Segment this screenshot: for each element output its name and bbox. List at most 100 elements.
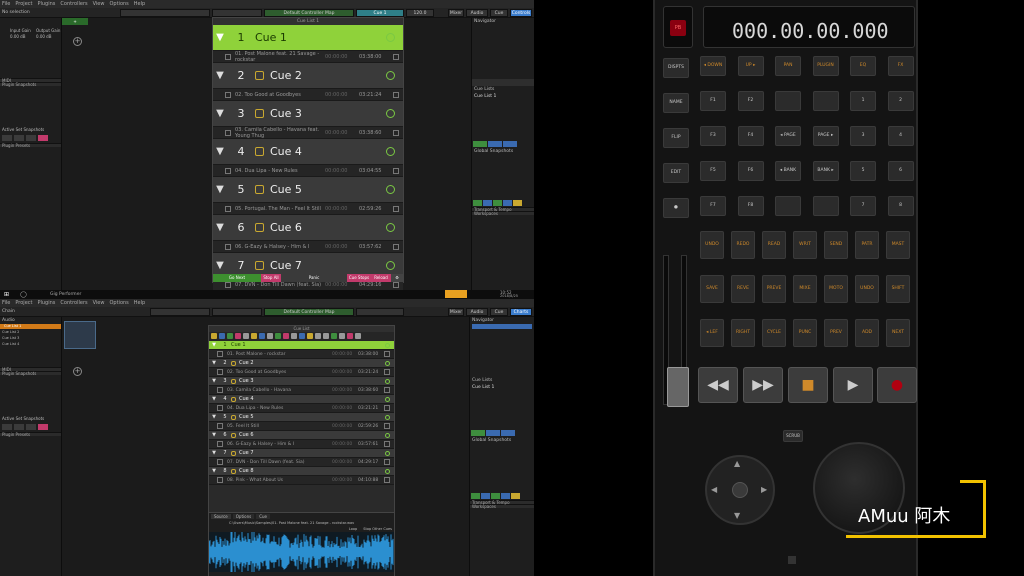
cue-track-row[interactable]: 05. Portugal. The Man - Feel It Still 00:… bbox=[213, 203, 403, 215]
controller-button-bank[interactable]: BANK ▸ bbox=[812, 161, 839, 181]
controller-button-fx[interactable]: FX bbox=[887, 56, 914, 76]
cue-row[interactable]: ▼ 6 Cue 6 bbox=[213, 215, 403, 241]
cue-status-icon[interactable] bbox=[385, 450, 390, 456]
snapshot-btn[interactable] bbox=[473, 200, 482, 206]
menu-project[interactable]: Project bbox=[15, 300, 32, 306]
stop-button[interactable]: ■ bbox=[788, 367, 828, 403]
controller-button-preve[interactable]: PREVE bbox=[762, 275, 786, 303]
controller-button-blank[interactable] bbox=[775, 196, 801, 216]
menu-controllers[interactable]: Controllers bbox=[60, 300, 87, 306]
bottom-seg-cue[interactable] bbox=[356, 308, 404, 316]
cue-row[interactable]: ▼ 8 Cue 8 bbox=[209, 467, 394, 476]
cue-status-icon[interactable] bbox=[385, 432, 390, 438]
tab-cue[interactable]: Cue bbox=[256, 514, 270, 519]
bottom-seg-mid[interactable] bbox=[212, 308, 262, 316]
cue-status-icon[interactable] bbox=[385, 342, 390, 348]
flip-button[interactable]: FLIP bbox=[663, 128, 689, 148]
track-checkbox[interactable] bbox=[225, 243, 231, 250]
reload-button[interactable]: Reload bbox=[371, 274, 391, 282]
tab-audio-patch[interactable]: Audio Patch bbox=[466, 9, 488, 24]
track-checkbox[interactable] bbox=[217, 369, 223, 375]
controller-button-f7[interactable]: F7 bbox=[700, 196, 726, 216]
controller-button-f5[interactable]: F5 bbox=[700, 161, 726, 181]
go-next-button[interactable]: Go Next bbox=[213, 274, 261, 282]
cue-track-row[interactable]: 04. Dua Lipa - New Rules 00:00:00 03:21:21 bbox=[209, 404, 394, 413]
tab-mixer[interactable]: Mixer bbox=[448, 308, 464, 316]
controller-button-mixe[interactable]: MIXE bbox=[793, 275, 817, 303]
cue-list-item[interactable]: Cue List 1 bbox=[470, 384, 534, 391]
controller-button-bank[interactable]: ◂ BANK bbox=[775, 161, 801, 181]
record-button[interactable]: ● bbox=[877, 367, 917, 403]
controller-button-redo[interactable]: REDO bbox=[731, 231, 755, 259]
cue-track-row[interactable]: 05. Feel It Still 00:00:00 02:59:26 bbox=[209, 422, 394, 431]
track-options-icon[interactable] bbox=[393, 167, 399, 174]
track-options-icon[interactable] bbox=[393, 91, 399, 98]
cue-stops-button[interactable]: Cue Stops bbox=[347, 274, 371, 282]
controller-button-blank[interactable] bbox=[812, 91, 839, 111]
controller-button-blank[interactable] bbox=[812, 196, 839, 216]
chain-popup[interactable] bbox=[64, 321, 96, 349]
controller-button-1[interactable]: 1 bbox=[850, 91, 876, 111]
displays-button[interactable]: DISPTS bbox=[663, 58, 689, 78]
snapshot-btn[interactable] bbox=[38, 424, 48, 430]
toolbar-plugin-icon[interactable] bbox=[283, 333, 289, 339]
snapshot-btn[interactable] bbox=[511, 493, 520, 499]
controller-button-f6[interactable]: F6 bbox=[737, 161, 764, 181]
cue-row[interactable]: ▼ 7 Cue 7 bbox=[209, 449, 394, 458]
tab-charts[interactable]: Charts bbox=[510, 308, 532, 316]
settings-button[interactable]: ⚙ bbox=[391, 274, 403, 282]
cue-track-row[interactable]: 08. Pink - What About Us 00:00:00 04:10:88 bbox=[209, 476, 394, 485]
track-options-icon[interactable] bbox=[384, 387, 390, 393]
cue-row[interactable]: ▼ 3 Cue 3 bbox=[213, 101, 403, 127]
controller-button-page[interactable]: ◂ PAGE bbox=[775, 126, 801, 146]
bpm-seg[interactable]: 120.0 bbox=[406, 9, 434, 17]
toolbar-plugin-icon[interactable] bbox=[235, 333, 241, 339]
cue-track-row[interactable]: 06. G-Eazy & Halsey - Him & I 00:00:00 03:… bbox=[213, 241, 403, 253]
controller-button-blank[interactable] bbox=[775, 91, 801, 111]
track-options-icon[interactable] bbox=[393, 129, 399, 136]
expand-triangle-icon[interactable]: ▼ bbox=[213, 108, 227, 119]
expand-triangle-icon[interactable]: ▼ bbox=[213, 260, 227, 271]
nav-pad[interactable]: ▲ ▼ ◀ ▶ bbox=[705, 455, 775, 525]
cue-list-btn[interactable] bbox=[486, 430, 500, 436]
cue-row[interactable]: ▼ 3 Cue 3 bbox=[209, 377, 394, 386]
controller-button-plugin[interactable]: PLUGIN bbox=[812, 56, 839, 76]
expand-triangle-icon[interactable]: ▼ bbox=[209, 414, 219, 420]
track-options-icon[interactable] bbox=[393, 53, 399, 60]
cue-status-icon[interactable] bbox=[386, 185, 395, 194]
track-checkbox[interactable] bbox=[217, 459, 223, 465]
track-checkbox[interactable] bbox=[225, 53, 231, 60]
nav-down-icon[interactable]: ▼ bbox=[734, 511, 740, 520]
master-fader[interactable] bbox=[667, 367, 689, 407]
toolbar-plugin-icon[interactable] bbox=[251, 333, 257, 339]
controller-button-next[interactable]: NEXT bbox=[886, 319, 910, 347]
edit-button[interactable]: EDIT bbox=[663, 163, 689, 183]
audio-track[interactable]: Audio bbox=[0, 317, 61, 324]
cue-status-icon[interactable] bbox=[386, 109, 395, 118]
stop-all-button[interactable]: Stop All bbox=[261, 274, 281, 282]
controller-button-shift[interactable]: SHIFT bbox=[886, 275, 910, 303]
track-options-icon[interactable] bbox=[393, 243, 399, 250]
controller-button-writ[interactable]: WRIT bbox=[793, 231, 817, 259]
fast-forward-button[interactable]: ▶▶ bbox=[743, 367, 783, 403]
controller-button-right[interactable]: RIGHT bbox=[731, 319, 755, 347]
cue-status-icon[interactable] bbox=[386, 147, 395, 156]
cue-list-btn[interactable] bbox=[501, 430, 515, 436]
snapshot-btn[interactable] bbox=[26, 424, 36, 430]
expand-triangle-icon[interactable]: ▼ bbox=[209, 342, 219, 348]
controller-button-page[interactable]: PAGE ▸ bbox=[812, 126, 839, 146]
expand-triangle-icon[interactable]: ▼ bbox=[209, 468, 219, 474]
stop-other-cues-checkbox[interactable]: Stop Other Cues bbox=[363, 527, 392, 531]
cue-status-icon[interactable] bbox=[385, 378, 390, 384]
toolbar-plugin-icon[interactable] bbox=[211, 333, 217, 339]
tab-options[interactable]: Options bbox=[232, 514, 255, 519]
menu-file[interactable]: File bbox=[2, 300, 10, 306]
toolbar-plugin-icon[interactable] bbox=[267, 333, 273, 339]
output-gain-value[interactable]: 0.00 dB bbox=[36, 34, 51, 39]
top-seg-mid[interactable] bbox=[212, 9, 262, 17]
track-checkbox[interactable] bbox=[217, 423, 223, 429]
snapshot-btn[interactable] bbox=[501, 493, 510, 499]
expand-triangle-icon[interactable]: ▼ bbox=[213, 222, 227, 233]
track-options-icon[interactable] bbox=[384, 369, 390, 375]
add-plugin-icon[interactable]: + bbox=[73, 37, 82, 46]
